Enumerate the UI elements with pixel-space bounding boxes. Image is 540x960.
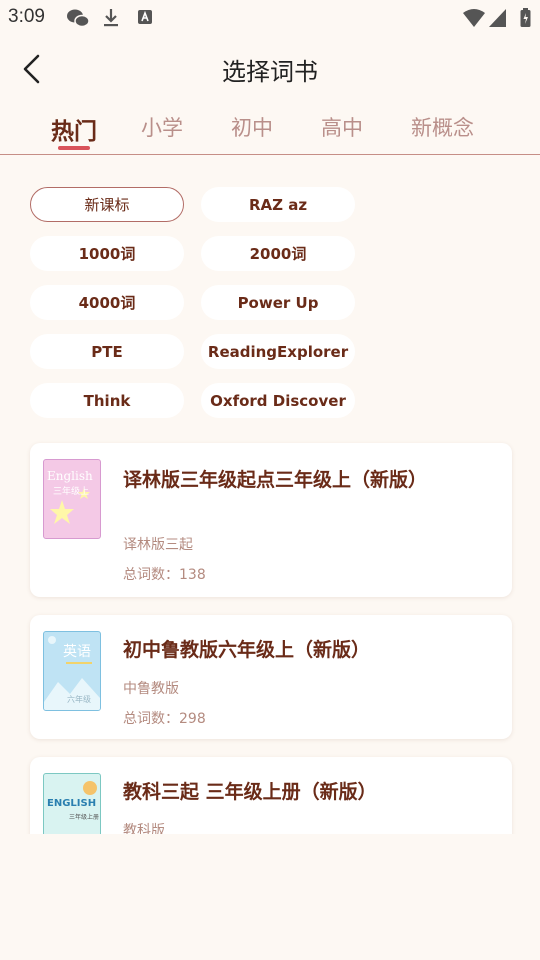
- book-card[interactable]: English 三年级上 译林版三年级起点三年级上（新版） 译林版三起 总词数：…: [30, 443, 512, 597]
- chip-new-curriculum[interactable]: 新课标: [30, 187, 184, 222]
- book-publisher: 译林版三起: [123, 537, 193, 553]
- page-title: 选择词书: [222, 58, 318, 86]
- wechat-icon: [67, 9, 90, 28]
- book-cover-title: English: [47, 469, 93, 483]
- tab-senior-high[interactable]: 高中: [321, 112, 363, 142]
- book-publisher: 中鲁教版: [123, 681, 179, 697]
- book-card[interactable]: 英语 六年级 初中鲁教版六年级上（新版） 中鲁教版 总词数：298: [30, 615, 512, 739]
- book-word-count: 总词数：138: [123, 567, 206, 583]
- book-cover-subtitle: 三年级上: [53, 487, 90, 497]
- tab-junior-high[interactable]: 初中: [231, 112, 273, 142]
- chip-raz[interactable]: RAZ az: [201, 187, 355, 222]
- book-cover: English 三年级上: [43, 459, 101, 539]
- tab-hot[interactable]: 热门: [51, 112, 97, 146]
- chip-oxford-discover[interactable]: Oxford Discover: [201, 383, 355, 418]
- chip-power-up[interactable]: Power Up: [201, 285, 355, 320]
- tab-new-concept[interactable]: 新概念: [411, 112, 474, 142]
- book-cover: 英语 六年级: [43, 631, 101, 711]
- font-a-icon: [138, 10, 152, 24]
- book-cover-subtitle: 三年级上册: [69, 814, 100, 821]
- book-title: 初中鲁教版六年级上（新版）: [123, 639, 371, 661]
- wifi-icon: [463, 9, 485, 27]
- top-bar: 选择词书: [0, 40, 540, 96]
- chip-think[interactable]: Think: [30, 383, 184, 418]
- book-title: 译林版三年级起点三年级上（新版）: [123, 469, 428, 491]
- download-icon: [104, 9, 118, 27]
- book-cover-subtitle: 六年级: [67, 695, 91, 704]
- status-bar: 3:09: [0, 0, 540, 36]
- chip-pte[interactable]: PTE: [30, 334, 184, 369]
- chip-2000[interactable]: 2000词: [201, 236, 355, 271]
- book-card[interactable]: ENGLISH 三年级上册 教科三起 三年级上册（新版） 教科版: [30, 757, 512, 834]
- status-time: 3:09: [8, 6, 45, 27]
- book-list: English 三年级上 译林版三年级起点三年级上（新版） 译林版三起 总词数：…: [0, 430, 540, 834]
- book-title: 教科三起 三年级上册（新版）: [123, 781, 377, 803]
- battery-icon: [520, 8, 531, 27]
- chip-1000[interactable]: 1000词: [30, 236, 184, 271]
- chip-4000[interactable]: 4000词: [30, 285, 184, 320]
- book-cover: ENGLISH 三年级上册: [43, 773, 101, 834]
- signal-icon: [489, 9, 506, 27]
- book-word-count: 总词数：298: [123, 711, 206, 727]
- chip-reading-explorer[interactable]: ReadingExplorer: [201, 334, 355, 369]
- book-cover-title: 英语: [63, 644, 91, 660]
- tab-indicator: [58, 146, 90, 150]
- book-cover-title: ENGLISH: [47, 798, 97, 809]
- tab-primary[interactable]: 小学: [141, 112, 183, 142]
- book-publisher: 教科版: [123, 823, 165, 834]
